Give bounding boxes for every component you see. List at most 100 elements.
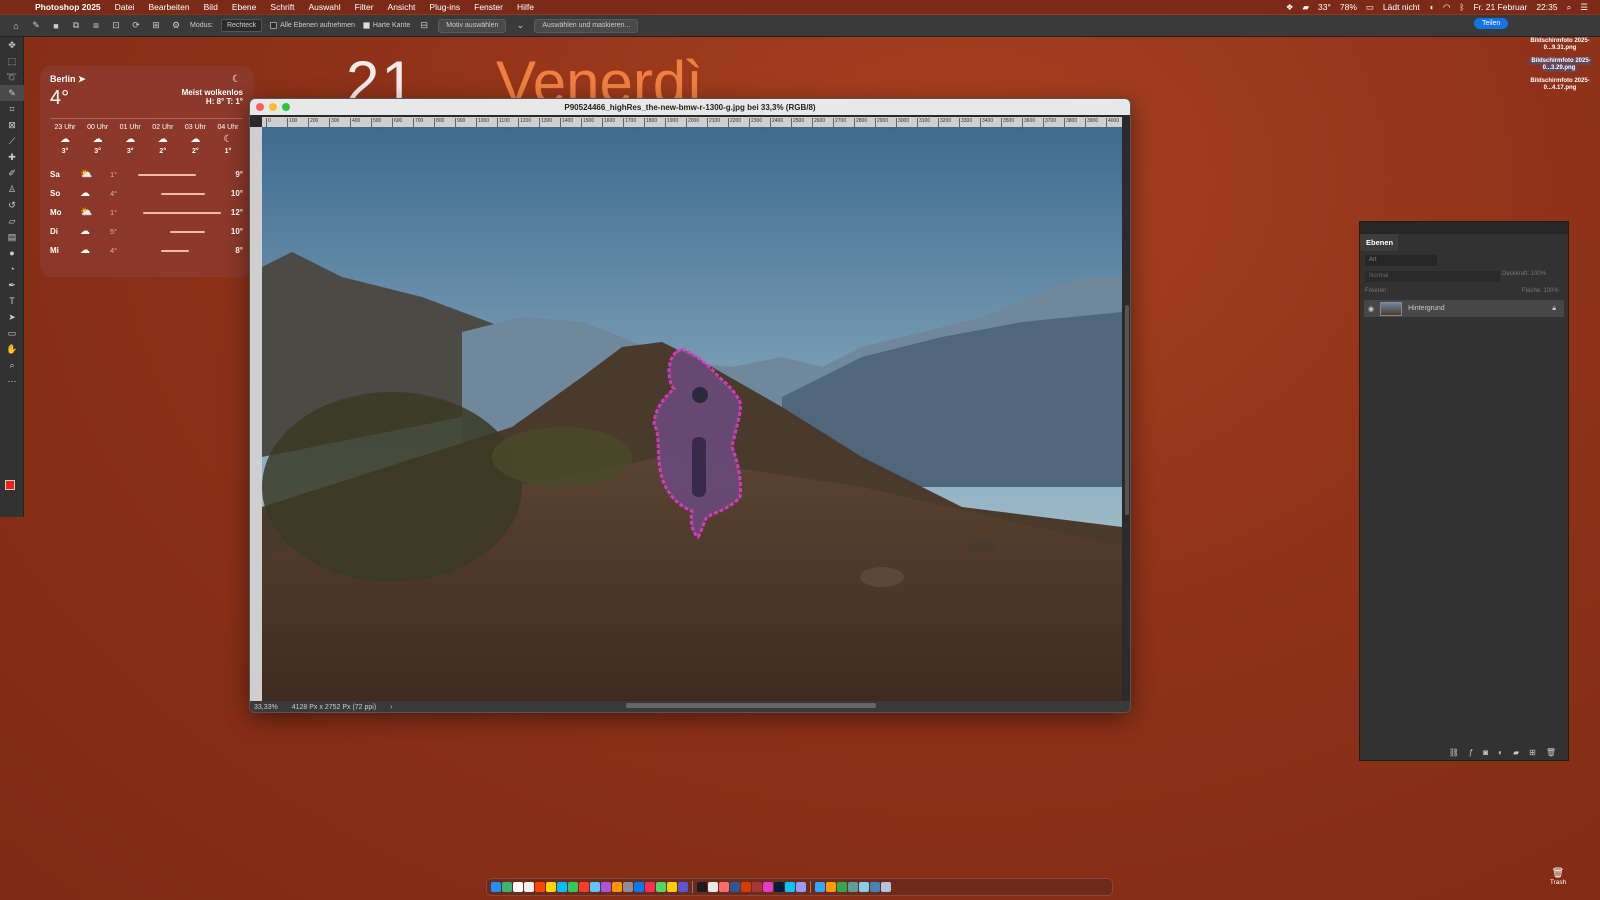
menu-plugins[interactable]: Plug-ins [422,2,467,12]
select-subject-button[interactable]: Motiv auswählen [438,18,507,33]
control-center-icon[interactable]: ☰ [1580,2,1588,13]
brush-options-icon[interactable]: ⊟ [418,20,430,32]
mode-select[interactable]: Rechteck [220,19,263,32]
layer-row[interactable]: ◉ Hintergrund 🔒︎ [1364,300,1564,317]
eraser-tool-icon[interactable]: ▱ [0,213,24,229]
fill-field[interactable]: Fläche: 100% [1522,288,1559,294]
vertical-scrollbar[interactable] [1124,127,1130,701]
dock-app-icon[interactable] [513,882,523,892]
desktop-file[interactable]: Bildschirmfoto 2025-0...3.29.png [1525,57,1595,72]
dock-app-icon[interactable] [535,882,545,892]
menu-app-name[interactable]: Photoshop 2025 [28,2,108,12]
new-layer-icon[interactable]: ⊞ [1529,748,1536,757]
dock-app-icon[interactable] [579,882,589,892]
dock-app-icon[interactable] [601,882,611,892]
dock-app-icon[interactable] [697,882,707,892]
tab-layers[interactable]: Ebenen [1360,234,1398,251]
dock-app-icon[interactable] [859,882,869,892]
lasso-tool-icon[interactable]: ➰ [0,69,24,85]
menu-ebene[interactable]: Ebene [225,2,264,12]
dock-app-icon[interactable] [785,882,795,892]
menu-schrift[interactable]: Schrift [263,2,301,12]
dock-app-icon[interactable] [741,882,751,892]
bluetooth-icon[interactable]: ᛒ [1459,2,1464,12]
battery-icon[interactable]: ▭ [1366,2,1374,13]
panel-header[interactable] [1360,222,1568,234]
zoom-window-button[interactable] [282,103,290,111]
hard-edge-checkbox[interactable]: Harte Kante [362,22,410,29]
weather-widget[interactable]: Berlin ➤ ☾ 4° Meist wolkenlos H: 8° T: 1… [40,66,253,277]
group-folder-icon[interactable]: ▰ [1513,748,1519,757]
fx-icon[interactable]: ƒ [1469,748,1473,757]
vertical-ruler[interactable] [250,127,262,702]
eye-icon[interactable]: ◉ [1368,305,1374,313]
dock-app-icon[interactable] [623,882,633,892]
frame-tool-icon[interactable]: ⊠ [0,117,24,133]
home-icon[interactable]: ⌂ [10,20,22,32]
dock-app-icon[interactable] [815,882,825,892]
dock-app-icon[interactable] [546,882,556,892]
sample-icon[interactable]: ⊞ [150,20,162,32]
dock-app-icon[interactable] [752,882,762,892]
zoom-tool-icon[interactable]: ⌕ [0,357,24,373]
search-icon[interactable]: ⌕ [1567,2,1572,13]
refresh-icon[interactable]: ⟳ [130,20,142,32]
dock-app-icon[interactable] [796,882,806,892]
lock-icon[interactable]: 🔒︎ [1552,305,1556,313]
battery-percent[interactable]: 78% [1340,2,1357,12]
dock-app-icon[interactable] [502,882,512,892]
healing-tool-icon[interactable]: ✚ [0,149,24,165]
menubar-date[interactable]: Fr. 21 Februar [1473,2,1527,12]
opacity-field[interactable]: Deckkraft: 100% [1502,271,1546,277]
dock-app-icon[interactable] [881,882,891,892]
dock-app-icon[interactable] [826,882,836,892]
dock-app-icon[interactable] [870,882,880,892]
crop-tool-icon[interactable]: ⌗ [0,101,24,117]
menubar-time[interactable]: 22:35 [1536,2,1557,12]
dock-app-icon[interactable] [634,882,644,892]
document-window[interactable]: P90524466_highRes_the-new-bmw-r-1300-g.j… [249,98,1131,713]
dock-app-icon[interactable] [612,882,622,892]
dock-app-icon[interactable] [708,882,718,892]
dock-app-icon[interactable] [645,882,655,892]
dock-app-icon[interactable] [568,882,578,892]
blur-tool-icon[interactable]: ● [0,245,24,261]
menu-ansicht[interactable]: Ansicht [381,2,423,12]
dock-app-icon[interactable] [719,882,729,892]
dock-app-icon[interactable] [667,882,677,892]
dock-app-icon[interactable] [763,882,773,892]
marquee-tool-icon[interactable]: ⬚ [0,53,24,69]
folder-icon[interactable]: ▰ [1302,2,1309,13]
select-and-mask-button[interactable]: Auswählen und maskieren... [534,18,639,33]
menu-filter[interactable]: Filter [348,2,381,12]
desktop-file[interactable]: Bildschirmfoto 2025-0...4.17.png [1525,78,1595,92]
blend-mode-select[interactable]: Normal [1365,271,1500,282]
move-tool-icon[interactable]: ✥ [0,37,24,53]
menu-datei[interactable]: Datei [108,2,142,12]
dock-app-icon[interactable] [678,882,688,892]
adjustment-icon[interactable]: ◐ [1498,748,1503,757]
charging-status[interactable]: Lädt nicht [1383,2,1420,12]
all-layers-checkbox[interactable]: Alle Ebenen aufnehmen [270,22,355,29]
volume-icon[interactable]: ◖ [1429,2,1434,12]
path-select-icon[interactable]: ➤ [0,309,24,325]
mask-icon[interactable]: ◙ [1483,748,1488,757]
dock-app-icon[interactable] [774,882,784,892]
type-tool-icon[interactable]: T [0,293,24,309]
menu-bearbeiten[interactable]: Bearbeiten [142,2,197,12]
horizontal-scrollbar[interactable] [626,703,876,708]
menu-fenster[interactable]: Fenster [467,2,510,12]
dropbox-icon[interactable]: ❖ [1286,2,1294,13]
wifi-icon[interactable]: ◠ [1443,2,1450,13]
cpu-temp[interactable]: 33° [1318,2,1331,12]
eyedropper-tool-icon[interactable]: ⟋ [0,133,24,149]
shape-tool-icon[interactable]: ▭ [0,325,24,341]
trash-icon[interactable]: 🗑︎ Trash [1543,868,1573,886]
color-swatches[interactable] [5,480,21,496]
horizontal-ruler[interactable]: 0 100 200 300 400 500 600 700 800 900 1000 1100 1200… [262,117,1122,127]
intersect-selection-icon[interactable]: ⊡ [110,20,122,32]
dock-app-icon[interactable] [656,882,666,892]
share-button[interactable]: Teilen [1474,18,1509,29]
quick-select-tool-icon[interactable]: ✎ [30,20,42,32]
new-selection-icon[interactable]: ■ [50,20,62,32]
